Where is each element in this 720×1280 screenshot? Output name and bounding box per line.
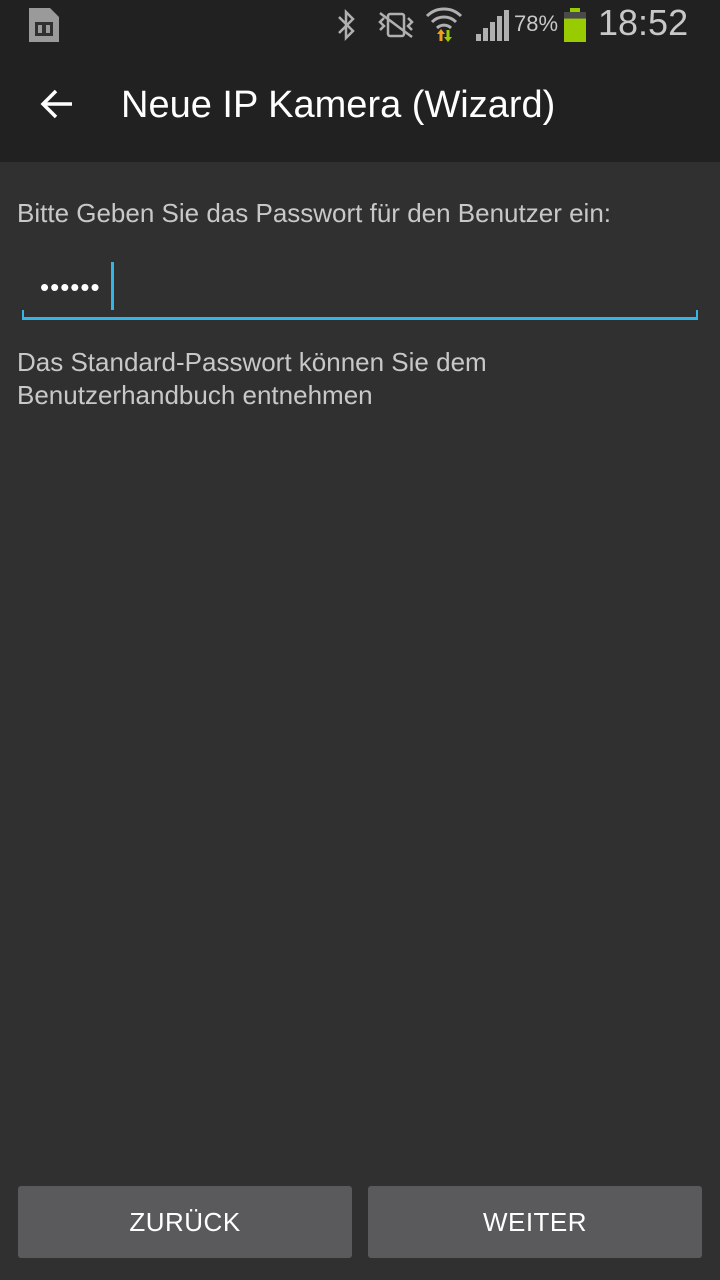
status-bar: 78% 18:52 xyxy=(0,0,720,50)
field-underline-right-tick xyxy=(696,310,698,320)
screen: 78% 18:52 Neue IP Kamera (Wizard) Bitte … xyxy=(0,0,720,1280)
battery-percent: 78% xyxy=(514,11,559,36)
signal-icon xyxy=(474,8,510,42)
arrow-left-icon xyxy=(38,88,74,125)
password-hint: Das Standard-Passwort können Sie dem Ben… xyxy=(17,347,487,410)
page-title: Neue IP Kamera (Wizard) xyxy=(121,84,556,126)
sim-card-icon xyxy=(26,6,62,44)
field-underline xyxy=(22,317,698,320)
clock: 18:52 xyxy=(598,2,689,43)
back-step-button[interactable]: ZURÜCK xyxy=(18,1186,352,1258)
vibrate-icon xyxy=(376,10,416,40)
action-bar: Neue IP Kamera (Wizard) xyxy=(0,50,720,162)
password-prompt: Bitte Geben Sie das Passwort für den Ben… xyxy=(17,198,612,228)
wifi-icon xyxy=(425,4,463,44)
bluetooth-icon xyxy=(334,8,360,42)
password-field[interactable]: •••••• xyxy=(22,252,698,320)
back-button[interactable] xyxy=(24,74,88,138)
password-value: •••••• xyxy=(40,272,101,302)
field-underline-left-tick xyxy=(22,310,24,320)
battery-icon xyxy=(562,7,588,43)
text-cursor xyxy=(111,262,114,310)
next-step-button[interactable]: WEITER xyxy=(368,1186,702,1258)
